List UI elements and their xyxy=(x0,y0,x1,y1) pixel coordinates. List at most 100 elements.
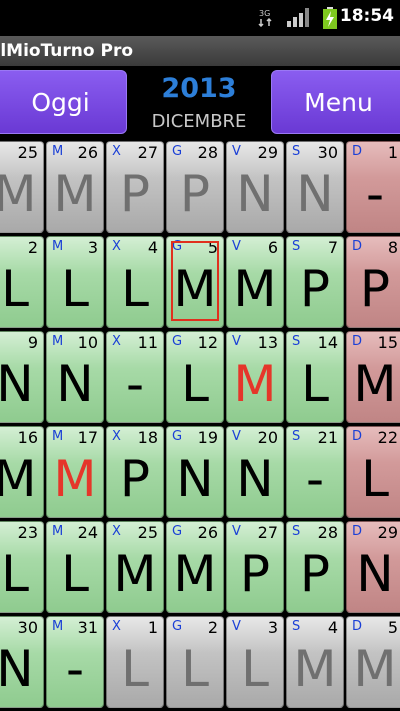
year-label: 2013 xyxy=(161,73,237,104)
weekday-label: D xyxy=(352,524,363,539)
day-number: 27 xyxy=(137,143,158,162)
day-cell[interactable]: G 2 L xyxy=(166,616,224,708)
day-cell[interactable]: D 1- xyxy=(346,141,400,233)
day-cell[interactable]: X 25 M xyxy=(106,521,164,613)
shift-code: - xyxy=(305,450,325,508)
data-3g-icon: 3G xyxy=(258,7,274,31)
day-cell[interactable]: D 8 P xyxy=(346,236,400,328)
day-cell[interactable]: G5M xyxy=(166,236,224,328)
weekday-label: X xyxy=(112,334,121,349)
day-cell[interactable]: M 17 M xyxy=(46,426,104,518)
day-cell[interactable]: M 10 N xyxy=(46,331,104,423)
day-cell[interactable]: S 7 P xyxy=(286,236,344,328)
menu-button[interactable]: Menu xyxy=(271,70,400,134)
day-cell[interactable]: M 31 - xyxy=(46,616,104,708)
day-cell[interactable]: G 12 L xyxy=(166,331,224,423)
shift-code: M xyxy=(0,449,43,509)
day-number: 8 xyxy=(387,238,398,257)
day-number: 1 xyxy=(387,143,398,162)
day-number: 4 xyxy=(327,618,338,637)
day-number: 28 xyxy=(197,143,218,162)
day-cell[interactable]: M 3 L xyxy=(46,236,104,328)
day-cell[interactable]: X 18 P xyxy=(106,426,164,518)
day-number: 3 xyxy=(267,618,278,637)
day-cell[interactable]: V 6 M xyxy=(226,236,284,328)
day-cell[interactable]: S 30 N xyxy=(286,141,344,233)
day-cell[interactable]: L16M xyxy=(0,426,44,518)
shift-code: N xyxy=(296,165,334,223)
day-cell[interactable]: S 21 - xyxy=(286,426,344,518)
day-cell[interactable]: D 5 M xyxy=(346,616,400,708)
weekday-label: M xyxy=(52,524,64,539)
day-cell[interactable]: X 11 - xyxy=(106,331,164,423)
shift-code: L xyxy=(61,545,89,603)
day-cell[interactable]: S 4 M xyxy=(286,616,344,708)
day-cell[interactable]: M 26 M xyxy=(46,141,104,233)
shift-code: M xyxy=(0,164,43,224)
weekday-label: G xyxy=(172,619,183,634)
shift-code: - xyxy=(65,640,85,698)
weekday-label: M xyxy=(52,429,64,444)
day-cell[interactable]: V 27 P xyxy=(226,521,284,613)
day-cell[interactable]: M 24 L xyxy=(46,521,104,613)
shift-code: P xyxy=(119,165,151,223)
day-number: 24 xyxy=(77,523,98,542)
day-cell[interactable]: L9N xyxy=(0,331,44,423)
day-cell[interactable]: V 13 M xyxy=(226,331,284,423)
weekday-label: G xyxy=(172,429,183,444)
day-cell[interactable]: X 27 P xyxy=(106,141,164,233)
day-cell[interactable]: X 1 L xyxy=(106,616,164,708)
day-number: 14 xyxy=(317,333,338,352)
weekday-label: V xyxy=(232,144,241,159)
day-cell[interactable]: L30N xyxy=(0,616,44,708)
weekday-label: M xyxy=(52,144,64,159)
weekday-label: X xyxy=(112,144,121,159)
day-number: 31 xyxy=(77,618,98,637)
day-number: 15 xyxy=(377,333,398,352)
day-number: 2 xyxy=(207,618,218,637)
shift-code: L xyxy=(181,640,209,698)
day-number: 18 xyxy=(137,428,158,447)
day-cell[interactable]: D 22 L xyxy=(346,426,400,518)
day-cell[interactable]: L2L xyxy=(0,236,44,328)
day-number: 22 xyxy=(377,428,398,447)
weekday-label: X xyxy=(112,524,121,539)
day-cell[interactable]: D 29 N xyxy=(346,521,400,613)
weekday-label: V xyxy=(232,429,241,444)
month-label: DICEMBRE xyxy=(151,111,247,132)
day-cell[interactable]: L25M xyxy=(0,141,44,233)
day-cell[interactable]: V 3 L xyxy=(226,616,284,708)
shift-code: N xyxy=(236,165,274,223)
day-cell[interactable]: G 28 P xyxy=(166,141,224,233)
weekday-label: M xyxy=(52,334,64,349)
day-cell[interactable]: G 19 N xyxy=(166,426,224,518)
day-cell[interactable]: D 15 M xyxy=(346,331,400,423)
shift-code: M xyxy=(53,165,97,223)
weekday-label: G xyxy=(172,144,183,159)
weekday-label: D xyxy=(352,334,363,349)
day-cell[interactable]: G 26 M xyxy=(166,521,224,613)
shift-code: L xyxy=(1,545,29,603)
day-cell[interactable]: X 4 L xyxy=(106,236,164,328)
shift-code: M xyxy=(233,260,277,318)
day-cell[interactable]: S 28 P xyxy=(286,521,344,613)
day-cell[interactable]: L23L xyxy=(0,521,44,613)
shift-code: L xyxy=(301,355,329,413)
day-number: 12 xyxy=(197,333,218,352)
day-cell[interactable]: V 20 N xyxy=(226,426,284,518)
weekday-label: V xyxy=(232,334,241,349)
weekday-label: S xyxy=(292,334,301,349)
day-cell[interactable]: V 29 N xyxy=(226,141,284,233)
shift-code: N xyxy=(0,355,34,413)
weekday-label: X xyxy=(112,619,121,634)
day-cell[interactable]: S 14 L xyxy=(286,331,344,423)
shift-code: - xyxy=(125,355,145,413)
day-number: 29 xyxy=(257,143,278,162)
shift-code: M xyxy=(173,545,217,603)
today-button[interactable]: Oggi xyxy=(0,70,127,134)
weekday-label: M xyxy=(52,239,64,254)
day-number: 4 xyxy=(147,238,158,257)
day-number: 16 xyxy=(17,428,38,447)
day-number: 5 xyxy=(387,618,398,637)
shift-code: N xyxy=(356,545,394,603)
